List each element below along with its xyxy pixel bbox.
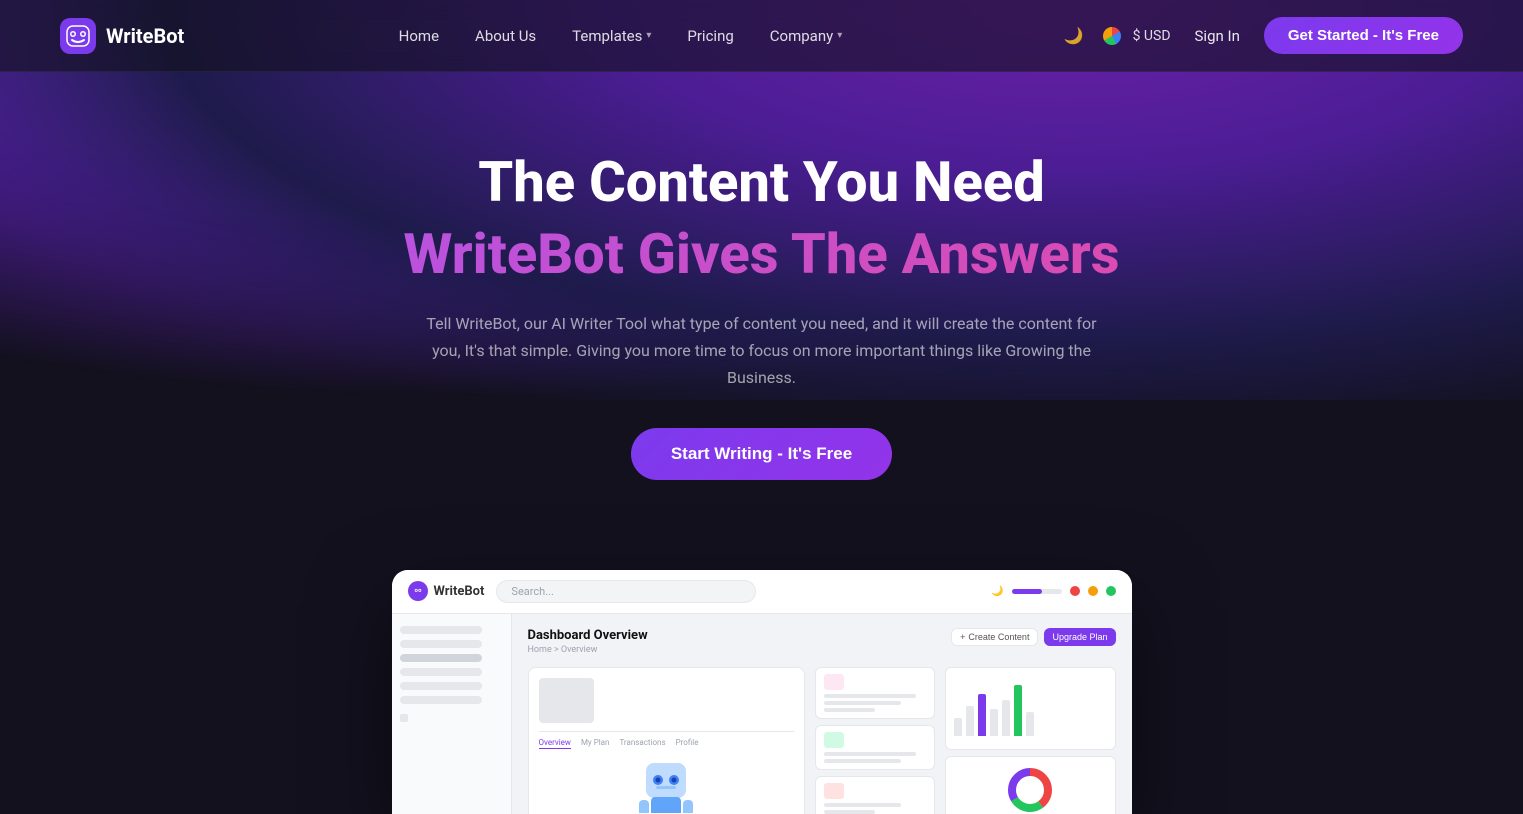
dash-tab-overview[interactable]: Overview [539, 738, 571, 749]
dashboard-sidebar [392, 614, 512, 814]
dash-moon-icon: 🌙 [991, 586, 1003, 597]
sign-in-link[interactable]: Sign In [1183, 19, 1252, 53]
dash-robot-illustration [621, 753, 711, 813]
chart-bar [1014, 685, 1022, 736]
dash-card-color-indicator [824, 783, 844, 799]
sidebar-item [400, 668, 482, 676]
dash-card-large: Overview My Plan Transactions Profile [528, 667, 806, 814]
dash-close-circle[interactable] [1070, 586, 1080, 596]
sidebar-item [400, 640, 482, 648]
dash-section-title: Dashboard Overview [528, 628, 648, 643]
dash-small-lines [824, 694, 926, 712]
currency-selector[interactable]: $ USD [1133, 28, 1171, 44]
dash-tab-myplan[interactable]: My Plan [581, 738, 610, 749]
chart-bar [1002, 700, 1010, 736]
nav-right: 🌙 $ USD Sign In Get Started - It's Free [1057, 17, 1463, 54]
dash-small-lines [824, 803, 926, 814]
dash-text-line [824, 810, 875, 814]
sidebar-item [400, 682, 482, 690]
nav-link-home[interactable]: Home [383, 19, 455, 53]
nav-link-pricing[interactable]: Pricing [671, 19, 749, 53]
dash-small-card-2 [815, 725, 935, 770]
dash-text-line [824, 694, 916, 698]
sidebar-item [400, 696, 482, 704]
dashboard-topbar: WriteBot Search... 🌙 [392, 570, 1132, 614]
chart-bar [966, 706, 974, 736]
templates-chevron-icon: ▾ [646, 30, 651, 41]
dash-tab-profile[interactable]: Profile [676, 738, 699, 749]
dash-bar-chart [954, 676, 1106, 736]
dash-content-area: Overview My Plan Transactions Profile [528, 667, 1116, 814]
dash-minimize-circle[interactable] [1088, 586, 1098, 596]
dashboard-window: WriteBot Search... 🌙 [392, 570, 1132, 814]
dash-donut-chart [1005, 765, 1055, 814]
dash-text-line [824, 708, 875, 712]
navbar: WriteBot Home About Us Templates ▾ Prici… [0, 0, 1523, 72]
dash-small-card-3 [815, 776, 935, 814]
chart-bar [954, 718, 962, 736]
dash-create-icon: + [960, 632, 965, 642]
nav-link-company[interactable]: Company ▾ [754, 19, 858, 53]
nav-links: Home About Us Templates ▾ Pricing Compan… [383, 19, 859, 53]
dash-logo: WriteBot [408, 581, 485, 601]
dash-card-color-indicator [824, 732, 844, 748]
hero-title-line2: WriteBot Gives The Answers [20, 222, 1503, 286]
start-writing-button[interactable]: Start Writing - It's Free [631, 428, 892, 480]
dash-illustration [539, 753, 795, 813]
dash-small-lines [824, 752, 926, 763]
nav-link-about[interactable]: About Us [459, 19, 552, 53]
dashboard-main: Dashboard Overview Home > Overview + Cre… [512, 614, 1132, 814]
chart-bar [978, 694, 986, 736]
logo-container[interactable]: WriteBot [60, 18, 184, 54]
dash-upgrade-btn[interactable]: Upgrade Plan [1044, 628, 1115, 646]
dash-text-line [824, 752, 916, 756]
dash-card-thumbnail [539, 678, 594, 723]
dash-chart-area [945, 667, 1115, 814]
dash-small-card-1 [815, 667, 935, 719]
chart-bar [990, 709, 998, 736]
dash-text-line [824, 759, 901, 763]
dash-action-buttons: + Create Content Upgrade Plan [951, 628, 1115, 646]
dashboard-body: Dashboard Overview Home > Overview + Cre… [392, 614, 1132, 814]
dash-progress-fill [1012, 589, 1042, 594]
dash-tab-transactions[interactable]: Transactions [619, 738, 665, 749]
dark-mode-toggle[interactable]: 🌙 [1057, 19, 1091, 53]
hero-subtitle: Tell WriteBot, our AI Writer Tool what t… [422, 310, 1102, 392]
dash-text-line [824, 701, 901, 705]
hero-section: The Content You Need WriteBot Gives The … [0, 72, 1523, 520]
chart-bar [1026, 712, 1034, 736]
dash-brand-name: WriteBot [434, 584, 485, 599]
dash-tabs: Overview My Plan Transactions Profile [539, 731, 795, 749]
hero-title-line1: The Content You Need [20, 152, 1503, 214]
dash-create-content-btn[interactable]: + Create Content [951, 628, 1038, 646]
dash-expand-circle[interactable] [1106, 586, 1116, 596]
dash-main-header: Dashboard Overview Home > Overview + Cre… [528, 628, 1116, 655]
dash-donut-card [945, 756, 1115, 814]
dash-title-block: Dashboard Overview Home > Overview [528, 628, 648, 655]
brand-name: WriteBot [106, 24, 184, 48]
dashboard-search[interactable]: Search... [496, 580, 756, 603]
writebot-logo-icon [60, 18, 96, 54]
company-chevron-icon: ▾ [837, 30, 842, 41]
dash-breadcrumb: Home > Overview [528, 645, 648, 655]
dashboard-preview: WriteBot Search... 🌙 [372, 570, 1152, 814]
sidebar-item [400, 626, 482, 634]
dash-progress-bar [1012, 589, 1062, 594]
dash-logo-svg [412, 585, 424, 597]
dash-text-line [824, 803, 901, 807]
dash-side-cards [815, 667, 935, 814]
dash-topbar-right: 🌙 [991, 586, 1115, 597]
sidebar-item [400, 654, 482, 662]
dash-chart-card [945, 667, 1115, 750]
dash-logo-icon [408, 581, 428, 601]
nav-link-templates[interactable]: Templates ▾ [556, 19, 667, 53]
language-selector-icon[interactable] [1103, 27, 1121, 45]
dash-card-color-indicator [824, 674, 844, 690]
get-started-button[interactable]: Get Started - It's Free [1264, 17, 1463, 54]
dash-progress-track [1012, 589, 1062, 594]
dash-card-content [539, 678, 795, 723]
sidebar-collapse-icon [400, 714, 408, 722]
